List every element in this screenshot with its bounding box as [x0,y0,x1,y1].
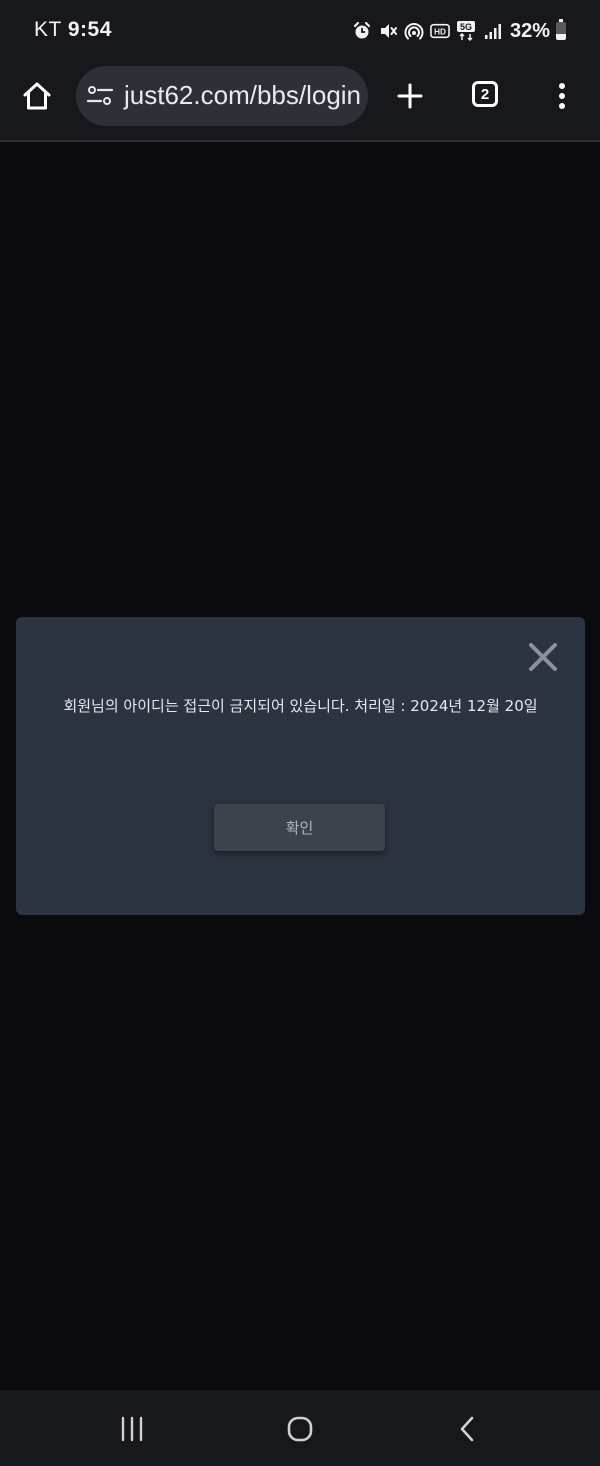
tab-switcher-button[interactable]: 2 [472,81,498,107]
url-bar[interactable]: just62.com/bbs/login [76,66,368,126]
tune-icon[interactable] [86,82,114,110]
plus-icon [397,83,423,109]
svg-text:5G: 5G [460,22,472,32]
hd-voice-icon: HD [430,21,450,41]
back-icon [460,1416,474,1442]
battery-percent: 32% [509,19,550,42]
status-icons: HD 5G 32% [352,18,566,44]
chrome-divider [0,140,600,142]
status-bar: KT 9:54 HD 5G 32% [0,0,600,60]
url-text[interactable]: just62.com/bbs/login [124,80,361,111]
dialog-message: 회원님의 아이디는 접근이 금지되어 있습니다. 처리일 : 2024년 12월… [63,697,538,715]
home-nav-button[interactable] [285,1414,315,1444]
hotspot-icon [404,21,424,41]
new-tab-button[interactable] [390,76,430,116]
alarm-icon [352,21,372,41]
back-button[interactable] [453,1414,483,1444]
close-icon[interactable] [527,641,559,673]
5g-icon: 5G [456,21,476,42]
status-time: 9:54 [67,18,112,41]
recent-apps-button[interactable] [117,1414,147,1444]
carrier-label: KT [34,18,62,41]
home-circle-icon [287,1416,313,1442]
mute-icon [378,21,398,41]
battery-icon [556,19,566,40]
kebab-menu-icon [559,83,565,109]
svg-text:HD: HD [434,28,446,37]
alert-dialog: 회원님의 아이디는 접근이 금지되어 있습니다. 처리일 : 2024년 12월… [16,617,585,915]
status-left: KT 9:54 [34,18,112,42]
home-icon [23,82,51,110]
home-button[interactable] [17,76,57,116]
signal-icon [482,21,502,41]
confirm-button[interactable]: 확인 [214,804,385,851]
system-nav-bar [0,1390,600,1466]
browser-menu-button[interactable] [548,76,576,116]
recent-apps-icon [121,1416,143,1442]
